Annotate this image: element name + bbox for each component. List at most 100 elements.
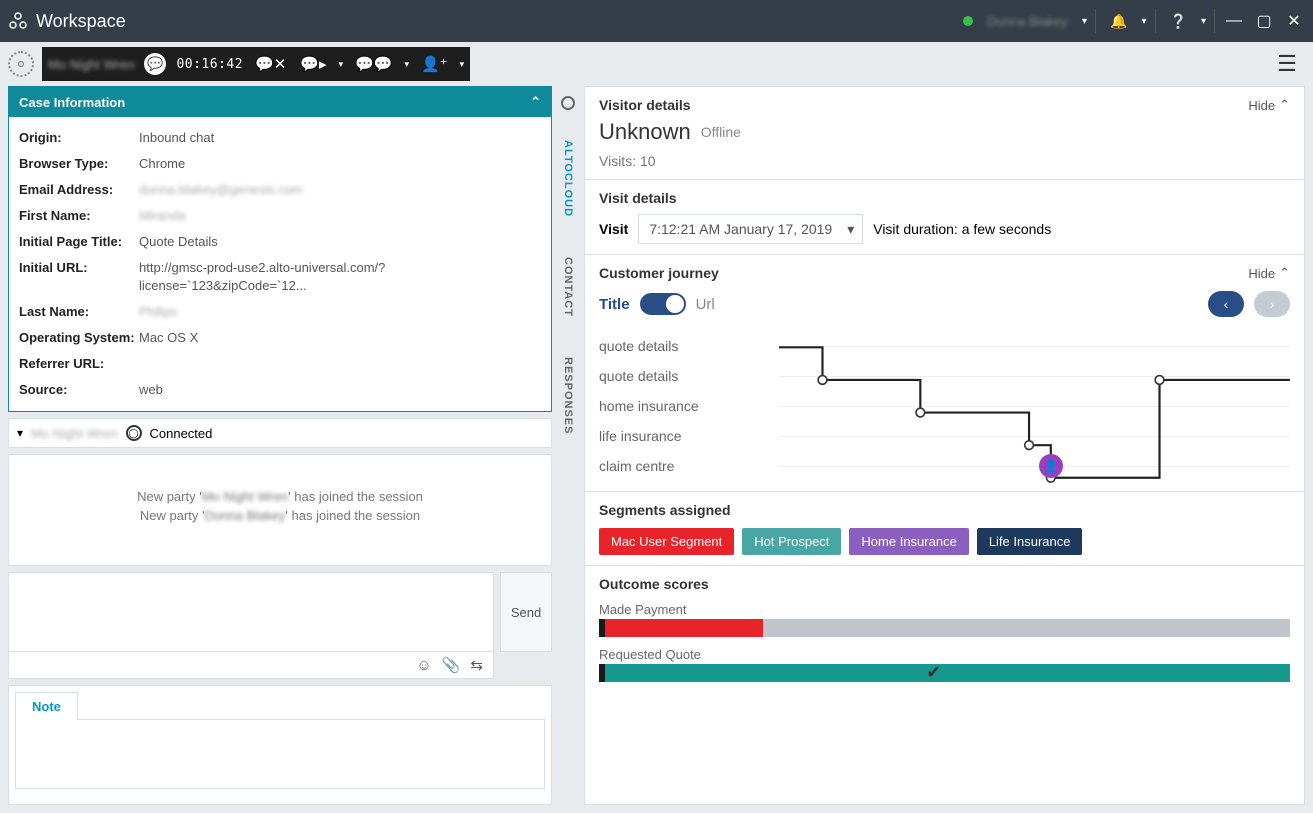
tab-responses[interactable]: RESPONSES xyxy=(560,347,576,444)
case-info-row: Operating System:Mac OS X xyxy=(19,325,541,351)
visit-selector-dropdown[interactable]: 7:12:21 AM January 17, 2019 xyxy=(638,214,863,244)
compose-row: Send xyxy=(8,572,552,652)
current-user-name[interactable]: Donna Blakey xyxy=(987,14,1068,29)
outcome-fill xyxy=(605,664,1290,682)
outcome-label: Made Payment xyxy=(599,602,1290,617)
chevron-down-icon[interactable]: ▾ xyxy=(1201,16,1206,27)
visitor-details-title: Visitor details xyxy=(599,97,691,113)
journey-prev-button[interactable]: ‹ xyxy=(1208,291,1244,317)
chevron-down-icon[interactable]: ▾ xyxy=(404,59,409,70)
case-field-label: Source: xyxy=(19,381,139,399)
hide-visitor-button[interactable]: Hide ⌃ xyxy=(1248,97,1290,113)
case-field-label: Initial Page Title: xyxy=(19,233,139,251)
case-field-value xyxy=(139,355,541,373)
main-layout: Case Information ⌃ Origin:Inbound chatBr… xyxy=(0,86,1313,813)
help-icon[interactable]: ❔ xyxy=(1164,9,1193,34)
app-topbar: Workspace Donna Blakey ▾ 🔔 ▾ ❔ ▾ — ▢ ✕ xyxy=(0,0,1313,42)
chevron-up-icon: ⌃ xyxy=(1279,97,1290,113)
case-info-header[interactable]: Case Information ⌃ xyxy=(9,87,551,117)
journey-row-label: quote details xyxy=(599,361,779,391)
cobrowse-icon[interactable]: ⇆ xyxy=(470,656,483,674)
outcome-label: Requested Quote xyxy=(599,647,1290,662)
case-field-label: Referrer URL: xyxy=(19,355,139,373)
segments-section: Segments assigned Mac User Segment Hot Pr… xyxy=(585,492,1304,566)
case-field-value: Quote Details xyxy=(139,233,541,251)
case-field-value: web xyxy=(139,381,541,399)
transfer-icon[interactable]: 💬▸ xyxy=(298,55,328,73)
emoji-icon[interactable]: ☺ xyxy=(416,657,431,674)
hide-journey-button[interactable]: Hide ⌃ xyxy=(1248,265,1290,281)
interaction-contact-name: Mo Night Wren xyxy=(48,57,134,72)
collapse-side-icon[interactable] xyxy=(561,96,575,110)
tab-altocloud[interactable]: ALTOCLOUD xyxy=(560,130,576,227)
journey-graph: 👤 xyxy=(779,331,1290,481)
window-close-icon[interactable]: ✕ xyxy=(1287,14,1301,28)
case-field-label: First Name: xyxy=(19,207,139,225)
chat-channel-icon: 💬 xyxy=(144,53,166,75)
journey-mode-url: Url xyxy=(696,296,715,313)
case-field-label: Last Name: xyxy=(19,303,139,321)
segment-badge: Hot Prospect xyxy=(742,528,841,555)
case-info-row: Referrer URL: xyxy=(19,351,541,377)
visitor-name: Unknown xyxy=(599,119,691,145)
end-chat-icon[interactable]: 💬✕ xyxy=(253,55,288,73)
visitor-visits-count: Visits: 10 xyxy=(599,153,1290,169)
left-column: Case Information ⌃ Origin:Inbound chatBr… xyxy=(8,86,552,805)
journey-mode-title: Title xyxy=(599,296,630,313)
interaction-toolbar: Mo Night Wren 💬 00:16:42 💬✕ 💬▸ ▾ 💬💬 ▾ 👤⁺… xyxy=(0,42,1313,86)
case-field-label: Operating System: xyxy=(19,329,139,347)
case-field-value: http://gmsc-prod-use2.alto-universal.com… xyxy=(139,259,541,295)
segment-badge: Mac User Segment xyxy=(599,528,734,555)
segments-title: Segments assigned xyxy=(599,502,731,518)
chevron-down-icon[interactable]: ▾ xyxy=(17,426,23,440)
visitor-details-section: Visitor details Hide ⌃ Unknown Offline V… xyxy=(585,87,1304,180)
chat-party-name: Mo Night Wren xyxy=(31,426,117,441)
workspace-logo-icon xyxy=(8,11,28,31)
attachment-icon[interactable]: 📎 xyxy=(442,656,461,674)
segment-badge: Home Insurance xyxy=(849,528,968,555)
case-info-row: Browser Type:Chrome xyxy=(19,151,541,177)
notifications-icon[interactable]: 🔔 xyxy=(1104,9,1133,34)
collapse-icon[interactable]: ⌃ xyxy=(530,94,541,110)
outcome-fill xyxy=(605,619,763,637)
tab-contact[interactable]: CONTACT xyxy=(560,247,576,327)
outcomes-title: Outcome scores xyxy=(599,576,709,592)
journey-row-label: home insurance xyxy=(599,391,779,421)
case-field-value: Chrome xyxy=(139,155,541,173)
visitor-presence: Offline xyxy=(701,124,741,140)
case-info-row: Initial URL:http://gmsc-prod-use2.alto-u… xyxy=(19,255,541,299)
send-button[interactable]: Send xyxy=(500,572,552,652)
window-maximize-icon[interactable]: ▢ xyxy=(1257,14,1271,28)
chat-connection-status: ▾ Mo Night Wren ◯ Connected xyxy=(8,418,552,448)
consult-icon[interactable]: 👤⁺ xyxy=(419,55,450,73)
altocloud-panel: Visitor details Hide ⌃ Unknown Offline V… xyxy=(584,86,1305,805)
case-info-row: Email Address:donna.blakey@genesis.com xyxy=(19,177,541,203)
case-field-value: Mac OS X xyxy=(139,329,541,347)
outcome-track xyxy=(599,619,1290,637)
case-info-row: Origin:Inbound chat xyxy=(19,125,541,151)
case-field-label: Initial URL: xyxy=(19,259,139,295)
chevron-down-icon[interactable]: ▾ xyxy=(1142,16,1147,27)
note-body[interactable] xyxy=(15,719,545,789)
menu-icon[interactable]: ☰ xyxy=(1269,47,1305,81)
outcome-scores-section: Outcome scores Made Payment Requested Quo… xyxy=(585,566,1304,692)
chevron-down-icon[interactable]: ▾ xyxy=(1082,16,1087,27)
journey-chart: quote detailsquote detailshome insurance… xyxy=(599,331,1290,481)
note-tab[interactable]: Note xyxy=(15,692,78,720)
chevron-down-icon[interactable]: ▾ xyxy=(339,59,344,70)
journey-title-url-toggle[interactable] xyxy=(640,293,686,315)
active-interaction-bar: Mo Night Wren 💬 00:16:42 💬✕ 💬▸ ▾ 💬💬 ▾ 👤⁺… xyxy=(42,47,470,81)
chat-input[interactable] xyxy=(8,572,494,652)
interaction-config-icon[interactable] xyxy=(8,51,34,77)
case-field-value: Inbound chat xyxy=(139,129,541,147)
outcome-track: ✔ xyxy=(599,664,1290,682)
journey-row-label: quote details xyxy=(599,331,779,361)
case-information-panel: Case Information ⌃ Origin:Inbound chatBr… xyxy=(8,86,552,412)
chevron-down-icon[interactable]: ▾ xyxy=(460,59,465,70)
chevron-up-icon: ⌃ xyxy=(1279,265,1290,281)
window-minimize-icon[interactable]: — xyxy=(1227,14,1241,28)
case-field-value: Miranda xyxy=(139,207,541,225)
system-message: New party 'Mo Night Wren' has joined the… xyxy=(19,489,541,504)
case-field-label: Browser Type: xyxy=(19,155,139,173)
conference-icon[interactable]: 💬💬 xyxy=(353,55,394,73)
